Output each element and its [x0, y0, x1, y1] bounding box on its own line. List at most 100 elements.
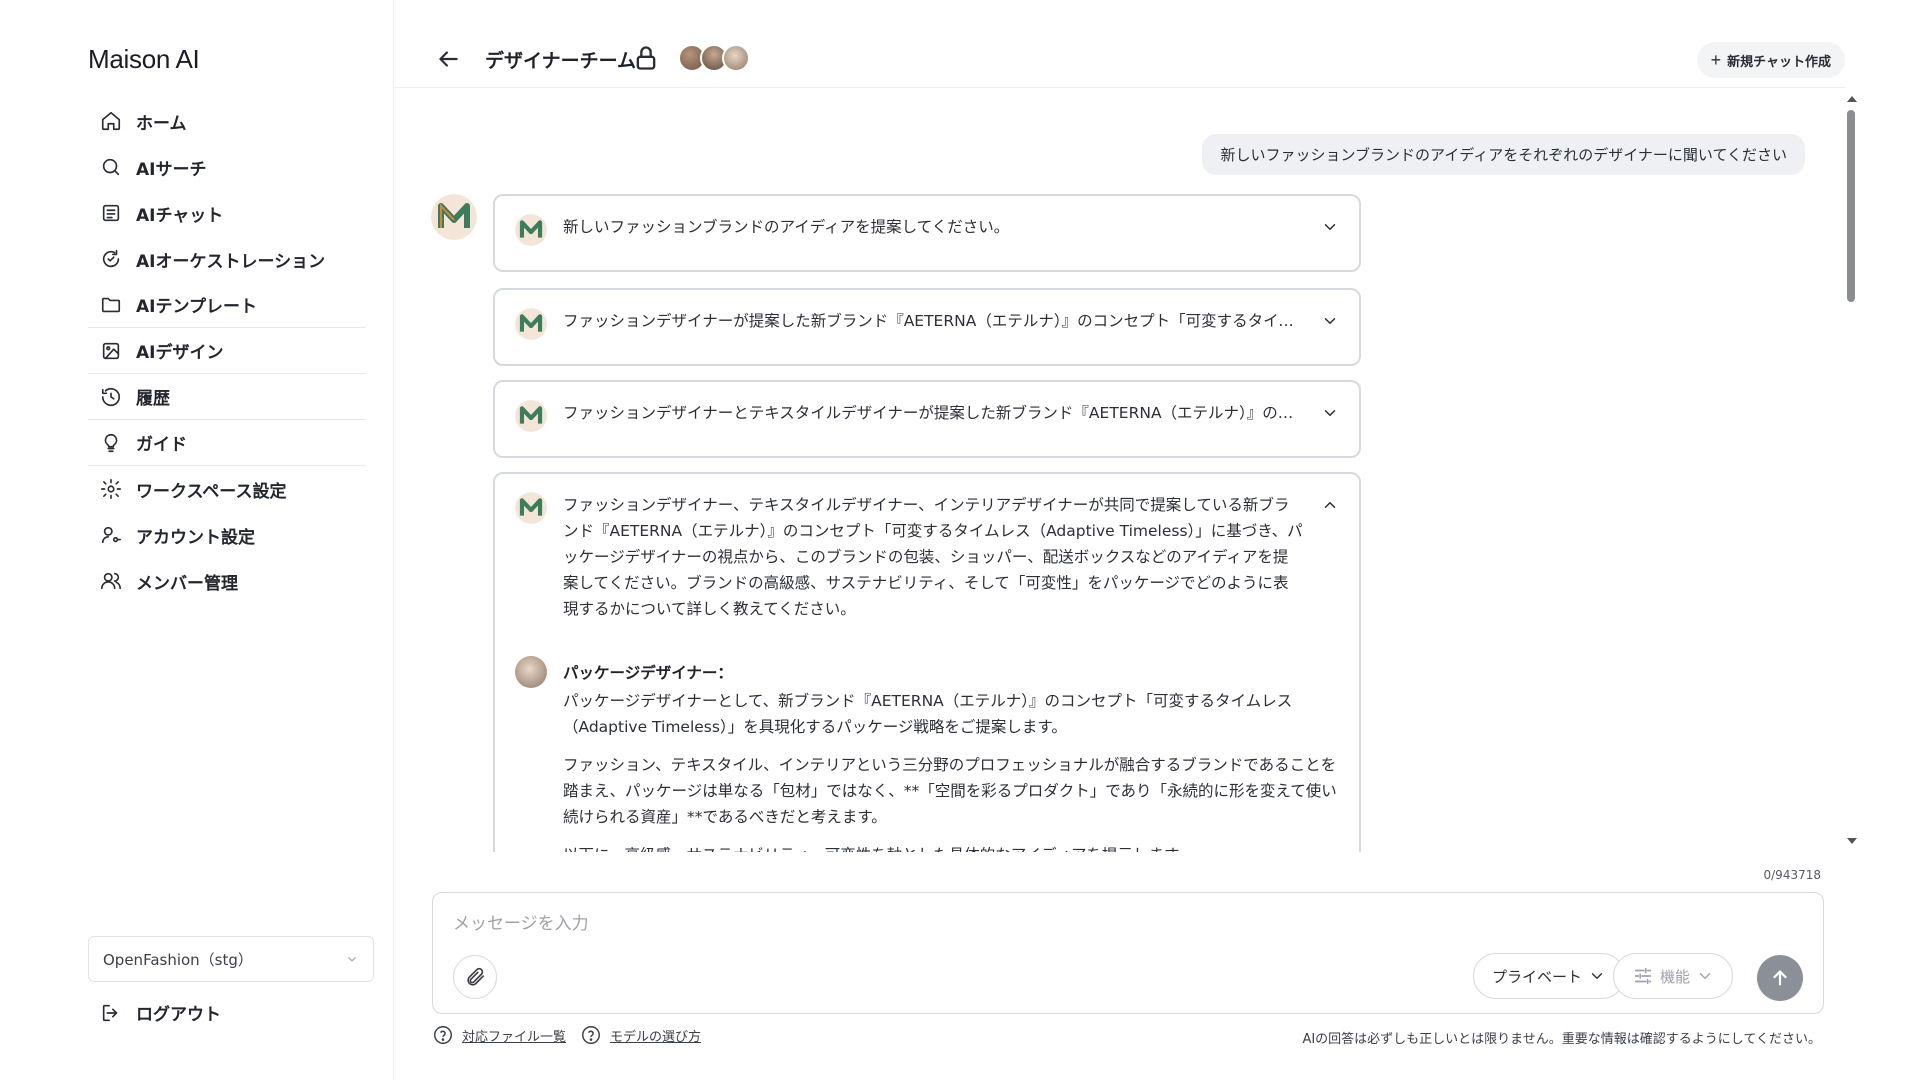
sidebar: Maison AI ホーム AIサーチ AIチャット AIオーケストレーション …: [0, 0, 394, 1080]
search-icon: [100, 156, 122, 178]
privacy-select[interactable]: プライベート: [1473, 953, 1626, 999]
bot-avatar-small: [515, 492, 547, 524]
sidebar-item-guide[interactable]: ガイド: [88, 420, 366, 466]
scrollbar-thumb[interactable]: [1847, 110, 1855, 302]
function-label: 機能: [1660, 967, 1691, 986]
footer-links: 対応ファイル一覧 モデルの選び方: [432, 1024, 701, 1046]
sidebar-item-home[interactable]: ホーム: [88, 98, 366, 144]
home-icon: [100, 110, 122, 132]
supported-files-label: 対応ファイル一覧: [462, 1029, 567, 1045]
sidebar-nav: ホーム AIサーチ AIチャット AIオーケストレーション AIテンプレート A…: [88, 98, 366, 604]
designer-reply: パッケージデザイナー： パッケージデザイナーとして、新ブランド『AETERNA（…: [495, 656, 1359, 852]
sidebar-item-ai-search[interactable]: AIサーチ: [88, 144, 366, 190]
sidebar-item-label: AIサーチ: [136, 159, 207, 180]
message-composer[interactable]: メッセージを入力 プライベート 機能: [432, 892, 1824, 1014]
lightbulb-icon: [100, 432, 122, 454]
avatar: [515, 656, 547, 688]
bot-avatar: [431, 194, 477, 240]
image-icon: [100, 340, 122, 362]
back-arrow-icon[interactable]: [435, 46, 461, 72]
sidebar-item-ai-chat[interactable]: AIチャット: [88, 190, 366, 236]
gear-icon: [100, 478, 122, 500]
scroll-up-arrow[interactable]: [1847, 96, 1857, 102]
user-key-icon: [100, 524, 122, 546]
chevron-up-icon[interactable]: [1321, 496, 1339, 514]
sidebar-item-label: AIチャット: [136, 205, 224, 226]
reply-paragraph: パッケージデザイナーとして、新ブランド『AETERNA（エテルナ）』のコンセプト…: [563, 692, 1293, 736]
sidebar-item-ai-design[interactable]: AIデザイン: [88, 328, 366, 374]
prompt-text: ファッションデザイナーとテキスタイルデザイナーが提案した新ブランド『AETERN…: [563, 404, 1303, 422]
prompt-text: ファッションデザイナー、テキスタイルデザイナー、インテリアデザイナーが共同で提案…: [563, 496, 1303, 618]
chevron-down-icon[interactable]: [1321, 312, 1339, 330]
chevron-down-icon: [1699, 973, 1711, 979]
logout-label: ログアウト: [136, 1005, 221, 1025]
scroll-down-arrow[interactable]: [1847, 838, 1857, 844]
bot-avatar-small: [515, 308, 547, 340]
workspace-name: OpenFashion（stg）: [103, 950, 253, 969]
attach-button[interactable]: [453, 955, 497, 999]
new-chat-label: 新規チャット作成: [1727, 53, 1831, 69]
logout-icon: [102, 1004, 118, 1021]
sidebar-item-ai-orchestration[interactable]: AIオーケストレーション: [88, 236, 366, 282]
folder-icon: [100, 294, 122, 316]
model-guide-link[interactable]: モデルの選び方: [580, 1024, 701, 1046]
function-select[interactable]: 機能: [1613, 953, 1734, 999]
sidebar-item-label: メンバー管理: [136, 573, 238, 594]
prompt-text: 新しいファッションブランドのアイディアを提案してください。: [563, 218, 1010, 236]
help-circle-icon: [582, 1026, 600, 1044]
bot-avatar-small: [515, 400, 547, 432]
sidebar-item-label: ガイド: [136, 435, 187, 455]
sidebar-item-history[interactable]: 履歴: [88, 374, 366, 420]
prompt-text: ファッションデザイナーが提案した新ブランド『AETERNA（エテルナ）』のコンセ…: [563, 312, 1303, 330]
model-guide-label: モデルの選び方: [610, 1029, 702, 1045]
chevron-down-icon: [348, 956, 356, 962]
sidebar-item-member-management[interactable]: メンバー管理: [88, 558, 366, 604]
reply-author: パッケージデザイナー：: [563, 664, 733, 682]
help-circle-icon: [434, 1026, 452, 1044]
lock-icon: [632, 44, 660, 72]
prompt-card[interactable]: ファッションデザイナーが提案した新ブランド『AETERNA（エテルナ）』のコンセ…: [493, 288, 1361, 366]
sidebar-item-workspace-settings[interactable]: ワークスペース設定: [88, 466, 366, 512]
chevron-down-icon: [1591, 973, 1603, 979]
sidebar-item-label: 履歴: [136, 389, 170, 409]
chat-header: デザイナーチーム + 新規チャット作成: [395, 30, 1845, 88]
sidebar-item-label: ワークスペース設定: [136, 481, 287, 502]
orchestration-icon: [100, 248, 122, 270]
prompt-card[interactable]: ファッションデザイナーとテキスタイルデザイナーが提案した新ブランド『AETERN…: [493, 380, 1361, 458]
paperclip-icon: [467, 967, 485, 986]
prompt-card-expanded[interactable]: ファッションデザイナー、テキスタイルデザイナー、インテリアデザイナーが共同で提案…: [493, 472, 1361, 852]
app-window: Maison AI ホーム AIサーチ AIチャット AIオーケストレーション …: [0, 0, 1920, 1080]
arrow-up-icon: [1773, 970, 1787, 986]
sidebar-item-ai-template[interactable]: AIテンプレート: [88, 282, 366, 328]
privacy-label: プライベート: [1492, 967, 1583, 986]
new-chat-button[interactable]: + 新規チャット作成: [1696, 42, 1845, 78]
workspace-select[interactable]: OpenFashion（stg）: [88, 936, 374, 982]
reply-paragraph: ファッション、テキスタイル、インテリアという三分野のプロフェッショナルが融合する…: [563, 756, 1337, 826]
avatar: [722, 44, 750, 72]
member-avatars[interactable]: [678, 44, 750, 72]
sidebar-item-label: AIテンプレート: [136, 297, 257, 317]
chat-icon: [100, 202, 122, 224]
sidebar-item-label: ホーム: [136, 113, 187, 134]
brand-logo: Maison AI: [88, 44, 200, 74]
sidebar-item-account-settings[interactable]: アカウント設定: [88, 512, 366, 558]
page-title: デザイナーチーム: [485, 50, 637, 72]
chevron-down-icon[interactable]: [1321, 218, 1339, 236]
plus-icon: +: [1710, 49, 1722, 70]
sliders-icon: [1634, 967, 1652, 985]
sidebar-item-label: AIデザイン: [136, 343, 224, 363]
scrollbar[interactable]: [1844, 96, 1858, 844]
user-message: 新しいファッションブランドのアイディアをそれぞれのデザイナーに聞いてください: [1202, 134, 1805, 175]
bot-avatar-small: [515, 214, 547, 246]
logout-button[interactable]: ログアウト: [100, 1000, 221, 1025]
supported-files-link[interactable]: 対応ファイル一覧: [432, 1024, 566, 1046]
history-icon: [100, 386, 122, 408]
reply-paragraph: 以下に、高級感、サステナビリティ、可変性を軸とした具体的なアイディアを提示します…: [563, 842, 1339, 852]
prompt-card[interactable]: 新しいファッションブランドのアイディアを提案してください。: [493, 194, 1361, 272]
users-icon: [100, 570, 122, 592]
sidebar-item-label: アカウント設定: [136, 527, 255, 548]
chevron-down-icon[interactable]: [1321, 404, 1339, 422]
sidebar-item-label: AIオーケストレーション: [136, 251, 326, 272]
send-button[interactable]: [1757, 955, 1803, 1001]
message-input[interactable]: メッセージを入力: [453, 909, 589, 934]
